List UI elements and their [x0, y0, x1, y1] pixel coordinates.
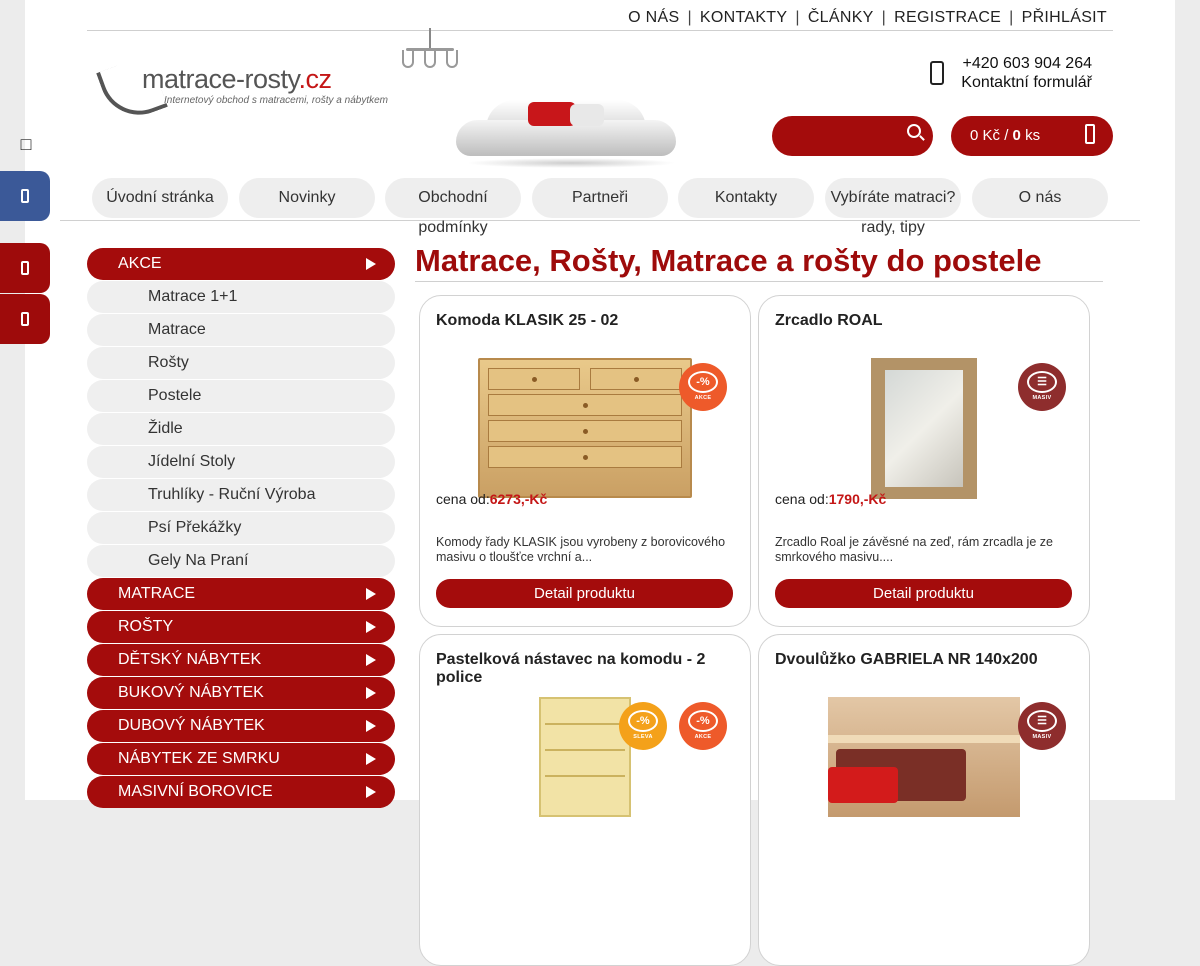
top-nav-login[interactable]: PŘIHLÁSIT [1022, 9, 1107, 26]
subcategory-item[interactable]: Truhlíky - Ruční Výroba [87, 479, 395, 511]
product-detail-button[interactable]: Detail produktu [436, 579, 733, 608]
product-title[interactable]: Pastelková nástavec na komodu - 2 police [436, 651, 726, 687]
top-nav-register[interactable]: REGISTRACE [894, 9, 1001, 26]
product-detail-button[interactable]: Detail produktu [775, 579, 1072, 608]
top-nav-articles[interactable]: ČLÁNKY [808, 9, 874, 26]
arrow-right-icon [366, 720, 376, 732]
product-image[interactable] [478, 358, 692, 498]
category-detsky-nabytek[interactable]: DĚTSKÝ NÁBYTEK [87, 644, 395, 676]
product-image[interactable] [539, 697, 631, 817]
sofa-banner-image [456, 96, 684, 174]
nav-home[interactable]: Úvodní stránka [92, 178, 228, 218]
nav-news[interactable]: Novinky [239, 178, 375, 218]
product-title[interactable]: Komoda KLASIK 25 - 02 [436, 312, 726, 330]
facebook-button[interactable] [0, 171, 50, 221]
product-card[interactable]: Zrcadlo ROAL ☰ MASIV cena od:1790,-Kč Zrc… [758, 295, 1090, 627]
cart-amount: 0 [970, 127, 979, 144]
nav-terms[interactable]: Obchodní podmínky [385, 178, 521, 236]
contact-block: +420 603 904 264 Kontaktní formulář [928, 55, 1096, 95]
nav-mattress-tips[interactable]: Vybíráte matraci? rady, tipy [825, 178, 961, 236]
arrow-right-icon [366, 654, 376, 666]
category-bukovy-nabytek[interactable]: BUKOVÝ NÁBYTEK [87, 677, 395, 709]
subcategory-item[interactable]: Matrace 1+1 [87, 281, 395, 313]
social-button-1[interactable] [0, 243, 50, 293]
subcategory-item[interactable]: Gely Na Praní [87, 545, 395, 577]
product-image[interactable] [828, 697, 1020, 817]
contact-form-link[interactable]: Kontaktní formulář [961, 74, 1092, 92]
category-rosty[interactable]: ROŠTY [87, 611, 395, 643]
phone-icon [930, 61, 944, 85]
search-icon [907, 124, 921, 138]
subcategory-item[interactable]: Jídelní Stoly [87, 446, 395, 478]
product-description: Komody řady KLASIK jsou vyrobeny z borov… [436, 535, 726, 564]
subcategory-item[interactable]: Psí Překážky [87, 512, 395, 544]
category-matrace[interactable]: MATRACE [87, 578, 395, 610]
top-nav-contacts[interactable]: KONTAKTY [700, 9, 787, 26]
arrow-right-icon [366, 588, 376, 600]
search-button[interactable] [772, 116, 933, 156]
nav-partners[interactable]: Partneři [532, 178, 668, 218]
top-nav: O NÁS | KONTAKTY | ČLÁNKY | REGISTRACE | PŘIHLÁS… [87, 0, 1113, 31]
phone-number[interactable]: +420 603 904 264 [963, 55, 1092, 73]
nav-about[interactable]: O nás [972, 178, 1108, 218]
category-dubovy-nabytek[interactable]: DUBOVÝ NÁBYTEK [87, 710, 395, 742]
subcategory-item[interactable]: Židle [87, 413, 395, 445]
arrow-right-icon [366, 786, 376, 798]
akce-badge-icon: -% AKCE [679, 702, 727, 750]
product-title[interactable]: Dvoulůžko GABRIELA NR 140x200 [775, 651, 1065, 669]
category-sidebar: AKCE Matrace 1+1 Matrace Rošty Postele Ž… [87, 248, 395, 809]
masiv-badge-icon: ☰ MASIV [1018, 702, 1066, 750]
main-content: Matrace, Rošty, Matrace a rošty do poste… [415, 243, 1103, 282]
product-price: cena od:1790,-Kč [775, 491, 887, 507]
social-icon-2 [21, 312, 29, 326]
arrow-right-icon [366, 687, 376, 699]
page-title: Matrace, Rošty, Matrace a rošty do poste… [415, 243, 1103, 282]
facebook-icon [21, 189, 29, 203]
akce-badge-icon: -% AKCE [679, 363, 727, 411]
share-icon[interactable]: □ [18, 134, 34, 155]
subcategory-item[interactable]: Matrace [87, 314, 395, 346]
product-price: cena od:6273,-Kč [436, 491, 548, 507]
arrow-right-icon [366, 753, 376, 765]
lamp-decoration [400, 28, 460, 72]
category-masivni-borovice[interactable]: MASIVNÍ BOROVICE [87, 776, 395, 808]
product-title[interactable]: Zrcadlo ROAL [775, 312, 1065, 330]
logo-tagline: Internetový obchod s matracemi, rošty a … [164, 95, 388, 106]
product-card[interactable]: Dvoulůžko GABRIELA NR 140x200 ☰ MASIV [758, 634, 1090, 966]
subcategory-item[interactable]: Postele [87, 380, 395, 412]
product-card[interactable]: Komoda KLASIK 25 - 02 -% AKCE cena od:627… [419, 295, 751, 627]
category-akce[interactable]: AKCE [87, 248, 395, 280]
product-description: Zrcadlo Roal je závěsné na zeď, rám zrca… [775, 535, 1053, 564]
main-nav: Úvodní stránka Novinky Obchodní podmínky … [60, 176, 1140, 236]
arrow-right-icon [366, 258, 376, 270]
subcategory-item[interactable]: Rošty [87, 347, 395, 379]
masiv-badge-icon: ☰ MASIV [1018, 363, 1066, 411]
category-nabytek-ze-smrku[interactable]: NÁBYTEK ZE SMRKU [87, 743, 395, 775]
arrow-right-icon [366, 621, 376, 633]
site-logo[interactable]: matrace-rosty.cz Internetový obchod s ma… [96, 54, 390, 126]
cart-icon [1085, 124, 1095, 144]
cart-count: 0 [1012, 127, 1021, 144]
cart-button[interactable]: 0 Kč / 0 ks [951, 116, 1113, 156]
sleva-badge-icon: -% SLEVA [619, 702, 667, 750]
social-button-2[interactable] [0, 294, 50, 344]
top-nav-about[interactable]: O NÁS [628, 9, 679, 26]
logo-name: matrace-rosty.cz [142, 64, 332, 94]
product-card[interactable]: Pastelková nástavec na komodu - 2 police… [419, 634, 751, 966]
social-icon-1 [21, 261, 29, 275]
nav-contacts[interactable]: Kontakty [678, 178, 814, 218]
product-image[interactable] [871, 358, 977, 499]
